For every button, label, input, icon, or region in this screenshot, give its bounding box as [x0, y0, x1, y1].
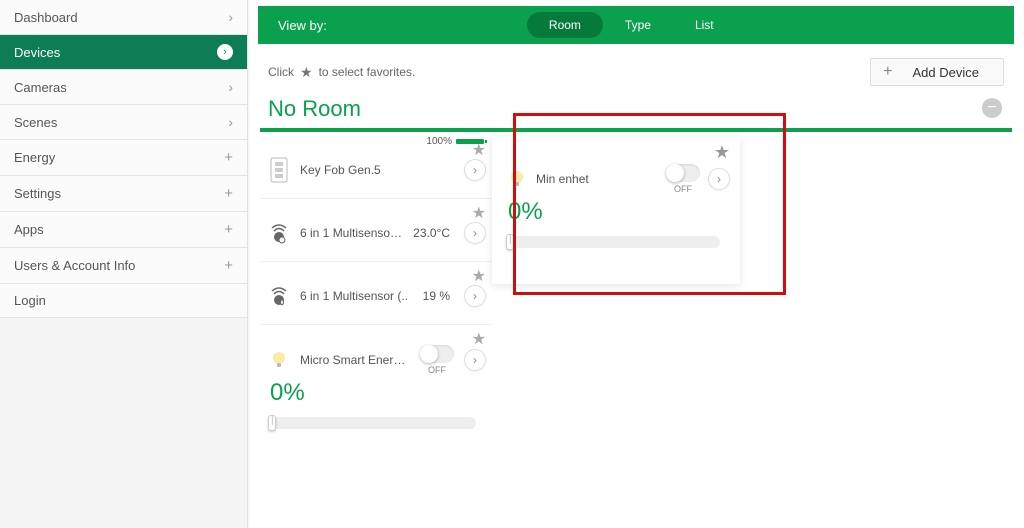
sidebar-item-scenes[interactable]: Scenes ›: [0, 105, 247, 140]
sidebar-item-devices[interactable]: Devices ›: [0, 35, 247, 70]
sidebar-item-label: Apps: [14, 222, 44, 237]
keyfob-icon: [268, 156, 290, 184]
favorite-hint: Click ★ to select favorites.: [268, 64, 415, 81]
device-value: 23.0°C: [413, 226, 450, 240]
sidebar-item-dashboard[interactable]: Dashboard ›: [0, 0, 247, 35]
sidebar-item-label: Scenes: [14, 115, 57, 130]
add-device-label: Add Device: [913, 65, 979, 80]
dimmer-percent: 0%: [260, 379, 492, 411]
sidebar-item-apps[interactable]: Apps +: [0, 212, 247, 248]
star-icon: ★: [300, 64, 313, 81]
device-card-highlighted: ★ Min enhet OFF › 0%: [492, 136, 740, 284]
toggle-label: OFF: [674, 184, 692, 194]
section-rule: [260, 128, 1012, 132]
bulb-icon: [268, 346, 290, 374]
favorite-star-icon[interactable]: ★: [472, 140, 486, 160]
power-toggle[interactable]: [420, 345, 454, 363]
bulb-icon: [506, 165, 528, 193]
hint-prefix: Click: [268, 65, 294, 79]
dimmer-percent: 0%: [492, 198, 740, 230]
section-title-text: No Room: [268, 96, 361, 121]
favorite-star-icon[interactable]: ★: [472, 329, 486, 349]
dimmer-slider[interactable]: [270, 417, 476, 429]
chevron-right-icon: ›: [217, 44, 233, 60]
device-name: 6 in 1 Multisensor (..: [300, 226, 403, 240]
sidebar-item-label: Users & Account Info: [14, 258, 135, 273]
plus-icon: +: [883, 63, 892, 81]
view-by-label: View by:: [278, 18, 327, 33]
tab-type[interactable]: Type: [603, 12, 673, 38]
device-name: Min enhet: [536, 172, 658, 186]
plus-icon: +: [224, 149, 233, 166]
sidebar-item-label: Energy: [14, 150, 55, 165]
tab-list[interactable]: List: [673, 12, 736, 38]
sidebar-item-label: Devices: [14, 45, 60, 60]
favorite-star-icon[interactable]: ★: [472, 203, 486, 223]
hint-suffix: to select favorites.: [319, 65, 416, 79]
device-detail-button[interactable]: ›: [708, 168, 730, 190]
slider-handle[interactable]: [506, 234, 514, 250]
view-by-bar: View by: Room Type List: [258, 6, 1014, 44]
dimmer-slider[interactable]: [508, 236, 720, 248]
device-value: 19 %: [423, 289, 450, 303]
chevron-right-icon: ›: [228, 114, 233, 130]
toggle-label: OFF: [428, 365, 446, 375]
device-card: ★ 6 in 1 Multisensor (.. 23.0°C ›: [260, 199, 492, 262]
device-detail-button[interactable]: ›: [464, 285, 486, 307]
plus-icon: +: [224, 221, 233, 238]
chevron-right-icon: ›: [228, 79, 233, 95]
sidebar-item-users[interactable]: Users & Account Info +: [0, 248, 247, 284]
sidebar-item-settings[interactable]: Settings +: [0, 176, 247, 212]
view-tabs: Room Type List: [527, 12, 736, 38]
favorite-star-icon[interactable]: ★: [472, 266, 486, 286]
device-name: Key Fob Gen.5: [300, 163, 454, 177]
sidebar-item-label: Login: [14, 293, 46, 308]
sidebar-item-cameras[interactable]: Cameras ›: [0, 70, 247, 105]
sidebar-item-label: Dashboard: [14, 10, 78, 25]
sensor-icon: [268, 282, 290, 310]
battery-percent: 100%: [426, 136, 452, 147]
device-detail-button[interactable]: ›: [464, 222, 486, 244]
sidebar-item-label: Cameras: [14, 80, 67, 95]
chevron-right-icon: ›: [228, 9, 233, 25]
device-detail-button[interactable]: ›: [464, 349, 486, 371]
device-detail-button[interactable]: ›: [464, 159, 486, 181]
favorite-star-icon[interactable]: ★: [714, 142, 730, 163]
collapse-button[interactable]: −: [982, 98, 1002, 118]
power-toggle[interactable]: [666, 164, 700, 182]
device-card: 100% ★ Key Fob Gen.5 ›: [260, 136, 492, 199]
device-card: ★ Micro Smart Energy D.. OFF › 0%: [260, 325, 492, 449]
add-device-button[interactable]: + Add Device: [870, 58, 1004, 86]
device-name: Micro Smart Energy D..: [300, 353, 410, 367]
plus-icon: +: [224, 185, 233, 202]
sensor-icon: [268, 219, 290, 247]
device-name: 6 in 1 Multisensor (..: [300, 289, 413, 303]
sidebar: Dashboard › Devices › Cameras › Scenes ›…: [0, 0, 248, 528]
section-header: No Room −: [248, 94, 1024, 128]
sidebar-item-label: Settings: [14, 186, 61, 201]
main-content: View by: Room Type List Click ★ to selec…: [248, 0, 1024, 528]
slider-handle[interactable]: [268, 415, 276, 431]
plus-icon: +: [224, 257, 233, 274]
sidebar-item-energy[interactable]: Energy +: [0, 140, 247, 176]
device-card: ★ 6 in 1 Multisensor (.. 19 % ›: [260, 262, 492, 325]
sidebar-item-login[interactable]: Login: [0, 284, 247, 318]
tab-room[interactable]: Room: [527, 12, 603, 38]
